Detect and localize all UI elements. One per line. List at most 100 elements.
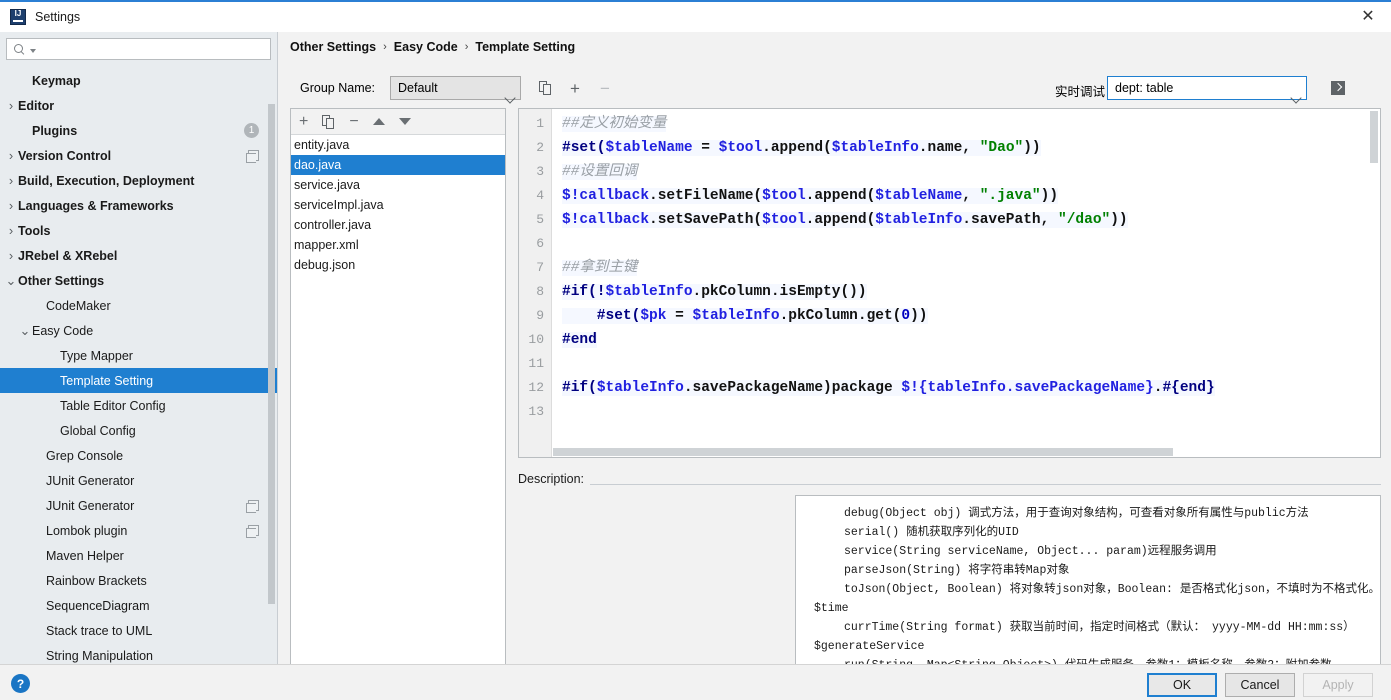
chevron-right-icon[interactable]: › [4,174,18,187]
sidebar-item-codemaker[interactable]: CodeMaker [0,293,277,318]
sidebar-item-jrebel-xrebel[interactable]: › JRebel & XRebel [0,243,277,268]
list-item[interactable]: service.java [291,175,505,195]
code-token: #end [562,332,597,348]
chevron-right-icon[interactable]: › [4,149,18,162]
search-input[interactable] [36,42,270,56]
search-box[interactable] [6,38,271,60]
sidebar-item-table-editor-config[interactable]: Table Editor Config [0,393,277,418]
sidebar-item-tools[interactable]: › Tools [0,218,277,243]
sidebar-item-grep-console[interactable]: Grep Console [0,443,277,468]
sidebar-item-string-manipulation[interactable]: String Manipulation [0,643,277,664]
sidebar-item-global-config[interactable]: Global Config [0,418,277,443]
sidebar-item-stack-trace-to-uml[interactable]: Stack trace to UML [0,618,277,643]
group-name-value: Default [398,81,438,95]
line-number: 4 [536,188,544,203]
description-divider [518,484,1381,485]
sidebar-item-plugins[interactable]: Plugins 1 [0,118,277,143]
list-item[interactable]: entity.java [291,135,505,155]
code-line[interactable]: #if($tableInfo.savePackageName)package $… [552,376,1380,400]
code-token: 0 [901,308,911,324]
debug-table-value: dept: table [1115,81,1174,95]
ok-button[interactable]: OK [1147,673,1217,697]
copy-settings-icon[interactable] [246,150,259,163]
help-button[interactable]: ? [11,674,30,693]
list-item[interactable]: dao.java [291,155,505,175]
code-line[interactable] [552,400,1380,424]
sidebar-item-junit-generator[interactable]: JUnit Generator [0,468,277,493]
code-line[interactable]: #set($tableName = $tool.append($tableInf… [552,136,1380,160]
code-line[interactable] [552,352,1380,376]
chevron-right-icon[interactable]: › [4,224,18,237]
breadcrumb-item[interactable]: Template Setting [475,40,575,54]
sidebar-scrollbar[interactable] [268,104,275,604]
list-item[interactable]: mapper.xml [291,235,505,255]
template-editor[interactable]: 1 2 3 4 5 6 7 8 9 10 11 12 13 ##定义初始变量 #set($tableNam… [518,108,1381,458]
apply-button[interactable]: Apply [1303,673,1373,697]
sidebar-item-keymap[interactable]: Keymap [0,68,277,93]
code-line[interactable]: ##定义初始变量 [552,112,1380,136]
copy-group-button[interactable] [533,76,557,100]
code-line[interactable] [552,232,1380,256]
sidebar-item-label: Table Editor Config [60,398,166,413]
sidebar-item-editor[interactable]: › Editor [0,93,277,118]
line-number: 3 [536,164,544,179]
sidebar-item-label: Editor [18,98,55,113]
search-icon [13,43,26,56]
code-line[interactable]: ##设置回调 [552,160,1380,184]
copy-settings-icon[interactable] [246,525,259,538]
sidebar-item-maven-helper[interactable]: Maven Helper [0,543,277,568]
debug-table-select[interactable]: dept: table [1107,76,1307,100]
code-line[interactable]: ##拿到主键 [552,256,1380,280]
sidebar-item-junit-generator[interactable]: JUnit Generator [0,493,277,518]
remove-group-button[interactable]: − [593,76,617,100]
chevron-right-icon[interactable]: › [4,199,18,212]
copy-settings-icon[interactable] [246,500,259,513]
sidebar-item-rainbow-brackets[interactable]: Rainbow Brackets [0,568,277,593]
code-line[interactable]: #end [552,328,1380,352]
editor-vertical-scrollbar[interactable] [1370,111,1378,163]
line-number: 8 [536,284,544,299]
sidebar-item-other-settings[interactable]: ⌄ Other Settings [0,268,277,293]
list-item[interactable]: controller.java [291,215,505,235]
copy-file-button[interactable] [322,114,335,129]
close-icon[interactable]: ✕ [1345,2,1391,32]
sidebar-item-type-mapper[interactable]: Type Mapper [0,343,277,368]
sidebar-item-label: SequenceDiagram [46,598,150,613]
move-down-button[interactable] [398,118,411,125]
sidebar-item-easy-code[interactable]: ⌄ Easy Code [0,318,277,343]
line-number: 7 [536,260,544,275]
sidebar-item-version-control[interactable]: › Version Control [0,143,277,168]
sidebar-item-sequencediagram[interactable]: SequenceDiagram [0,593,277,618]
sidebar-item-lombok-plugin[interactable]: Lombok plugin [0,518,277,543]
breadcrumb-item[interactable]: Other Settings [290,40,376,54]
code-line[interactable]: $!callback.setSavePath($tool.append($tab… [552,208,1380,232]
list-item[interactable]: serviceImpl.java [291,195,505,215]
editor-horizontal-scrollbar[interactable] [553,448,1173,456]
chevron-right-icon[interactable]: › [4,99,18,112]
code-line[interactable]: #set($pk = $tableInfo.pkColumn.get(0)) [552,304,1380,328]
run-arrow-icon[interactable] [1326,76,1350,100]
code-token: $tool [718,140,763,156]
list-item[interactable]: debug.json [291,255,505,275]
add-group-button[interactable]: + [563,76,587,100]
code-line[interactable]: #if(!$tableInfo.pkColumn.isEmpty()) [552,280,1380,304]
breadcrumb-item[interactable]: Easy Code [394,40,458,54]
chevron-down-icon[interactable]: ⌄ [4,274,18,287]
sidebar-item-languages-frameworks[interactable]: › Languages & Frameworks [0,193,277,218]
code-line[interactable]: $!callback.setFileName($tool.append($tab… [552,184,1380,208]
sidebar-item-build-execution-deployment[interactable]: › Build, Execution, Deployment [0,168,277,193]
remove-file-button[interactable]: − [349,113,358,130]
editor-code[interactable]: ##定义初始变量 #set($tableName = $tool.append($… [552,109,1380,457]
realtime-debug-label: 实时调试 [1054,85,1105,99]
group-name-select[interactable]: Default [390,76,521,100]
sidebar-item-template-setting[interactable]: Template Setting [0,368,277,393]
chevron-down-icon[interactable]: ⌄ [18,324,32,337]
chevron-right-icon[interactable]: › [4,249,18,262]
move-up-button[interactable] [372,118,385,125]
settings-sidebar: Keymap › Editor Plugins 1 › Version Control › B… [0,32,278,664]
code-token: $tableName [875,188,963,204]
breadcrumb: Other Settings › Easy Code › Template Settin… [290,40,575,54]
cancel-button[interactable]: Cancel [1225,673,1295,697]
add-file-button[interactable]: + [299,113,308,130]
